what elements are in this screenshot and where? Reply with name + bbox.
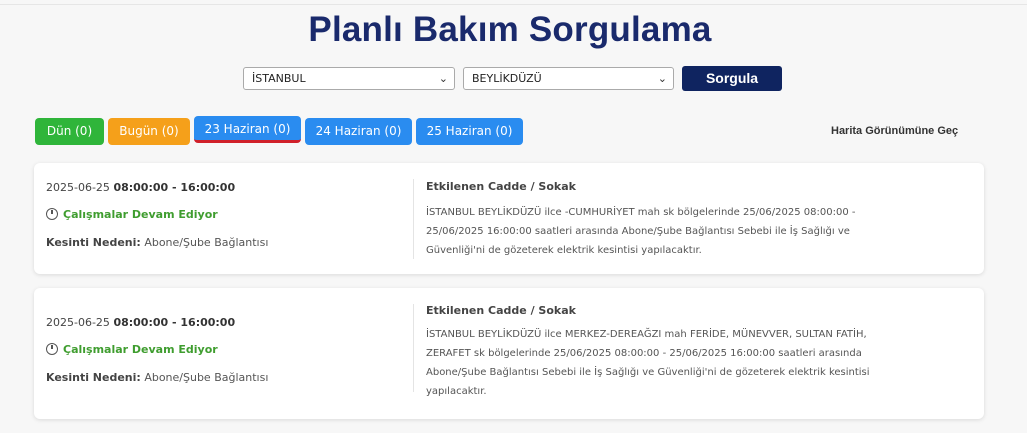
tab-yesterday[interactable]: Dün (0) xyxy=(35,118,104,145)
chevron-down-icon: ⌄ xyxy=(657,72,667,85)
query-button[interactable]: Sorgula xyxy=(682,66,782,91)
district-select[interactable]: BEYLİKDÜZÜ ⌄ xyxy=(463,67,674,90)
clock-icon xyxy=(46,208,58,220)
outage-datetime: 2025-06-25 08:00:00 - 16:00:00 xyxy=(46,316,236,329)
outage-reason: Kesinti Nedeni: Abone/Şube Bağlantısı xyxy=(46,371,269,384)
affected-streets-text: İSTANBUL BEYLİKDÜZÜ ilce -CUMHURİYET mah… xyxy=(426,207,856,256)
outage-reason: Kesinti Nedeni: Abone/Şube Bağlantısı xyxy=(46,236,269,249)
chevron-down-icon: ⌄ xyxy=(438,72,448,85)
affected-streets-text: İSTANBUL BEYLİKDÜZÜ ilce MERKEZ-DEREAĞZI… xyxy=(426,329,870,397)
outage-datetime: 2025-06-25 08:00:00 - 16:00:00 xyxy=(46,181,236,194)
tab-today[interactable]: Bugün (0) xyxy=(108,118,190,145)
city-select[interactable]: İSTANBUL ⌄ xyxy=(243,67,455,90)
district-select-value: BEYLİKDÜZÜ xyxy=(472,72,542,85)
top-divider xyxy=(0,4,1027,5)
tab-june-24[interactable]: 24 Haziran (0) xyxy=(305,118,412,145)
card-divider xyxy=(413,304,414,392)
affected-streets-title: Etkilenen Cadde / Sokak xyxy=(426,180,576,193)
city-select-value: İSTANBUL xyxy=(252,72,306,85)
clock-icon xyxy=(46,343,58,355)
map-view-link[interactable]: Harita Görünümüne Geç xyxy=(831,125,958,137)
page-title: Planlı Bakım Sorgulama xyxy=(308,10,712,49)
tab-june-25[interactable]: 25 Haziran (0) xyxy=(416,118,523,145)
card-divider xyxy=(413,179,414,259)
affected-streets-title: Etkilenen Cadde / Sokak xyxy=(426,304,576,317)
outage-status: Çalışmalar Devam Ediyor xyxy=(46,343,218,356)
outage-card: 2025-06-25 08:00:00 - 16:00:00 Çalışmala… xyxy=(34,163,984,274)
tab-june-23[interactable]: 23 Haziran (0) xyxy=(194,116,301,143)
outage-status: Çalışmalar Devam Ediyor xyxy=(46,208,218,221)
outage-card: 2025-06-25 08:00:00 - 16:00:00 Çalışmala… xyxy=(34,288,984,419)
